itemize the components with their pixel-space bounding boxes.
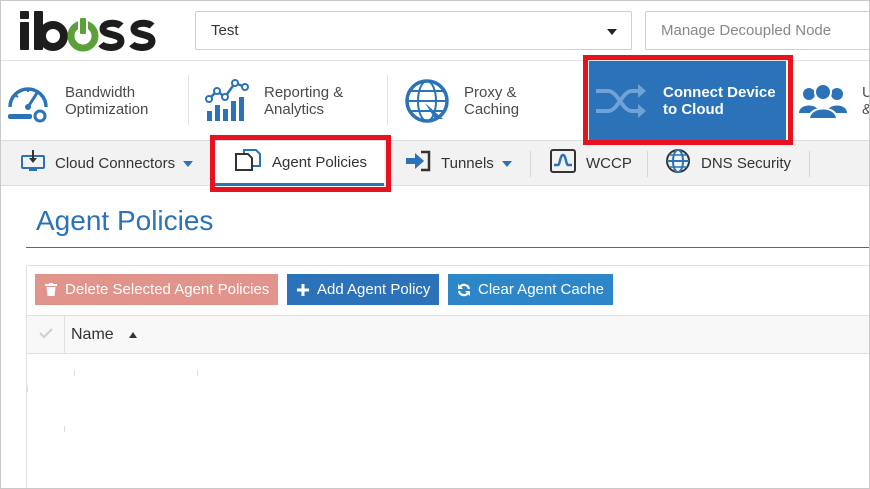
subnav-dns-security[interactable]: DNS Security [665, 141, 791, 186]
trash-icon [44, 283, 58, 296]
subnav-divider [530, 151, 531, 177]
title-divider [26, 247, 869, 248]
globe-proxy-icon [402, 76, 452, 126]
profile-select-value: Test [211, 22, 239, 39]
subnav-label: WCCP [586, 155, 632, 172]
subnav-label: Cloud Connectors [55, 155, 176, 172]
manage-decoupled-node-input[interactable] [645, 11, 869, 50]
nav-label: U & [862, 84, 869, 118]
table-cell-divider [27, 386, 28, 392]
table-header: Name [27, 316, 869, 354]
subnav-divider [809, 151, 810, 177]
nav-proxy-caching[interactable]: Proxy & Caching [402, 61, 582, 141]
globe-icon [665, 148, 691, 179]
subnav-divider [647, 151, 648, 177]
subnav-tunnels[interactable]: Tunnels [405, 141, 512, 186]
main-navigation: Bandwidth Optimization Reporting & Analy… [1, 61, 869, 141]
profile-select[interactable]: Test [195, 11, 632, 50]
nav-users[interactable]: U & [798, 61, 869, 141]
plus-icon [296, 283, 310, 296]
sign-in-arrow-icon [405, 150, 431, 177]
download-monitor-icon [21, 150, 45, 177]
table-cell-divider [197, 370, 198, 376]
column-header-name[interactable]: Name [71, 326, 114, 344]
refresh-icon [457, 283, 471, 297]
delete-selected-label: Delete Selected Agent Policies [65, 281, 270, 298]
caret-down-icon [183, 160, 194, 167]
analytics-chart-icon [202, 76, 252, 126]
delete-selected-button[interactable]: Delete Selected Agent Policies [35, 274, 279, 305]
nav-bandwidth-optimization[interactable]: Bandwidth Optimization [1, 61, 189, 141]
subnav-label: Agent Policies [272, 153, 368, 171]
nav-divider [387, 75, 388, 125]
table-cell-divider [64, 426, 65, 432]
speedometer-icon [3, 76, 53, 126]
caret-down-icon [501, 160, 512, 167]
subnav-agent-policies[interactable]: Agent Policies [215, 141, 384, 186]
table-toolbar: Delete Selected Agent Policies Add Agent… [27, 266, 869, 316]
subnav-divider [387, 151, 388, 177]
nav-connect-device-to-cloud[interactable]: Connect Device to Cloud [589, 61, 786, 141]
clear-agent-cache-button[interactable]: Clear Agent Cache [448, 274, 613, 305]
page-title: Agent Policies [36, 205, 214, 236]
sub-navigation: Cloud Connectors Agent Policies Tunnels … [1, 141, 869, 186]
checkmark-icon [38, 326, 53, 344]
users-icon [798, 76, 848, 126]
nav-reporting-analytics[interactable]: Reporting & Analytics [202, 61, 387, 141]
table-cell-divider [74, 370, 75, 376]
subnav-label: DNS Security [701, 155, 792, 172]
agent-policies-panel: Delete Selected Agent Policies Add Agent… [26, 265, 869, 488]
subnav-cloud-connectors[interactable]: Cloud Connectors [21, 141, 194, 186]
nav-label: Proxy & Caching [464, 84, 520, 118]
nav-label: Bandwidth Optimization [65, 84, 149, 118]
nav-label: Connect Device to Cloud [663, 84, 776, 118]
app-frame: Test Bandwidth Optimization [0, 0, 870, 489]
iboss-logo[interactable] [17, 9, 172, 53]
nav-label: Reporting & Analytics [264, 84, 344, 118]
select-all-checkbox[interactable] [27, 316, 65, 354]
add-agent-policy-button[interactable]: Add Agent Policy [287, 274, 440, 305]
add-agent-policy-label: Add Agent Policy [317, 281, 431, 298]
clear-agent-cache-label: Clear Agent Cache [478, 281, 604, 298]
documents-icon [234, 148, 262, 177]
top-header: Test [1, 1, 869, 61]
logo-wordmark-icon [20, 11, 156, 52]
subnav-divider [213, 151, 214, 177]
chevron-down-icon [607, 29, 617, 35]
subnav-wccp[interactable]: WCCP [550, 141, 632, 186]
subnav-label: Tunnels [441, 155, 494, 172]
shuffle-arrows-icon [589, 76, 651, 126]
nav-divider [188, 75, 189, 125]
wave-icon [550, 149, 576, 178]
sort-ascending-icon[interactable] [129, 332, 137, 338]
